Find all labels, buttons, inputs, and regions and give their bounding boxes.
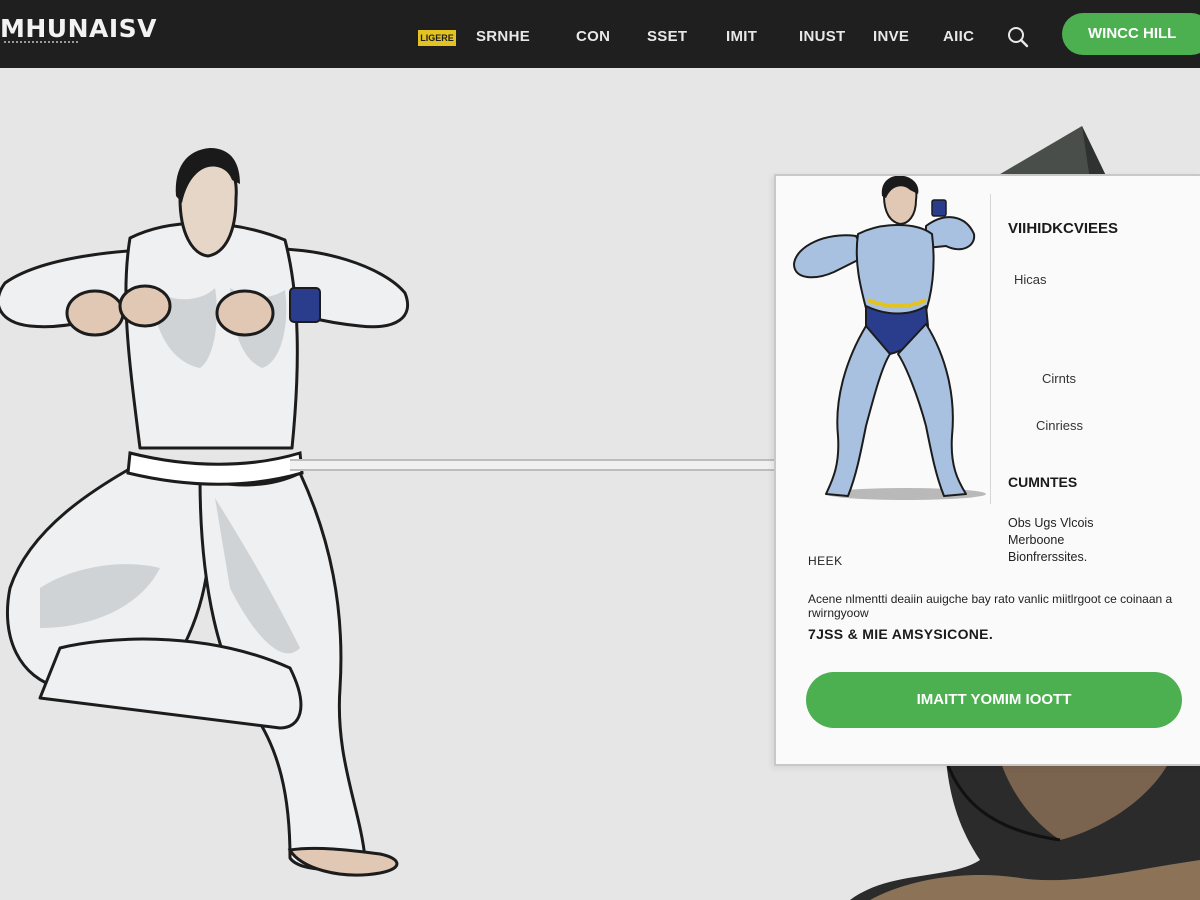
card-divider [990, 194, 991, 504]
nav-item-4[interactable]: IMIT [726, 28, 757, 45]
background-figure-body [850, 760, 1200, 900]
card-tag-2: Cirnts [1042, 371, 1076, 386]
card-label: HEEK [808, 554, 843, 568]
background-figure-head [990, 126, 1108, 180]
card-section-title: CUMNTES [1008, 474, 1078, 490]
card-detail-2: Merboone [1008, 533, 1065, 547]
site-logo[interactable]: MHUNAISV [0, 14, 157, 43]
search-icon[interactable] [1006, 25, 1030, 49]
nav-item-6[interactable]: INVE [873, 28, 909, 45]
character-detail-card: VIIHIDKCVIEES Hicas Cirnts Cinriess CUMN… [774, 174, 1200, 766]
header-cta-button[interactable]: WINCC HILL [1062, 13, 1200, 55]
nav-item-7[interactable]: AIIC [943, 28, 974, 45]
card-cta-button[interactable]: IMAITT YOMIM IOOTT [806, 672, 1182, 728]
connector-line [290, 459, 776, 471]
card-detail-3: Bionfrerssites. [1008, 550, 1088, 564]
card-detail-1: Obs Ugs Vlcois [1008, 516, 1094, 530]
nav-badge[interactable]: LIGERE [418, 30, 456, 46]
nav-item-3[interactable]: SSET [647, 28, 687, 45]
card-description: Acene nlmentti deaiin auigche bay rato v… [808, 592, 1173, 620]
hero-illustration [0, 148, 410, 877]
logo-tagline-decoration [4, 41, 78, 44]
nav-item-5[interactable]: INUST [799, 28, 846, 45]
card-stats: 7JSS & MIE AMSYSICONE. [808, 626, 994, 642]
card-title: VIIHIDKCVIEES [1008, 220, 1119, 237]
nav-item-2[interactable]: CON [576, 28, 610, 45]
nav-item-1[interactable]: SRNHE [476, 28, 530, 45]
card-tag-1: Hicas [1014, 272, 1047, 287]
character-thumbnail[interactable] [786, 176, 992, 506]
top-navigation: MHUNAISV LIGERE SRNHE CON SSET IMIT INUS… [0, 0, 1200, 68]
card-tag-3: Cinriess [1036, 418, 1083, 433]
